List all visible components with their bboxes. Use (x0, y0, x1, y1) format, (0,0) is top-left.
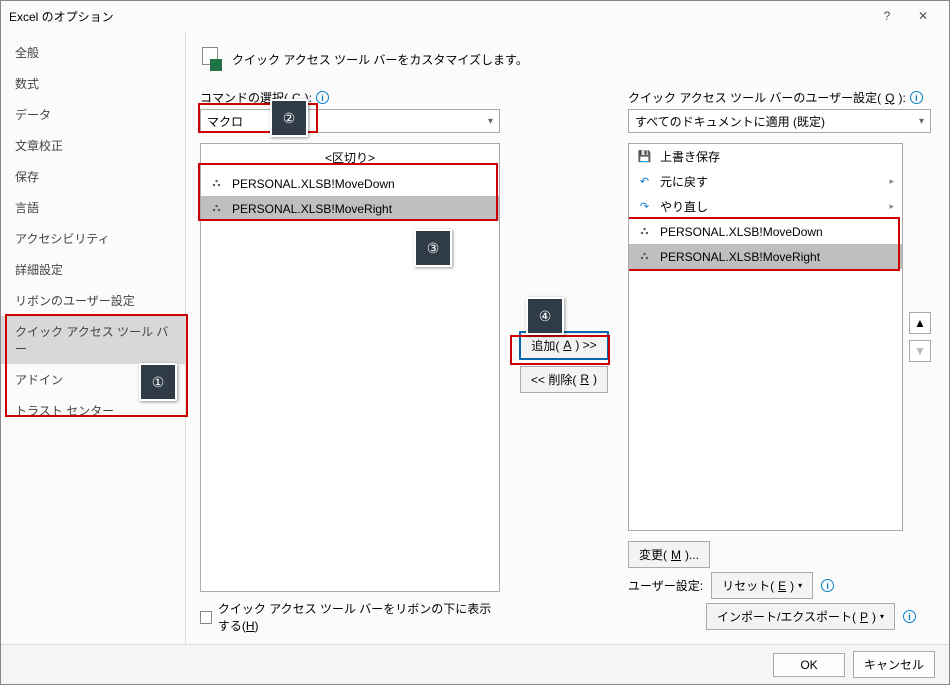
macro-icon: ⛬ (637, 249, 652, 264)
sidebar-item-formulas[interactable]: 数式 (1, 68, 185, 99)
list-item[interactable]: ↷ やり直し ▸ (629, 194, 902, 219)
sidebar-item-data[interactable]: データ (1, 99, 185, 130)
right-label: クイック アクセス ツール バーのユーザー設定(Q): i (628, 89, 931, 106)
sidebar-item-save[interactable]: 保存 (1, 161, 185, 192)
macro-icon: ⛬ (209, 201, 224, 216)
help-button[interactable]: ? (869, 1, 905, 31)
list-item[interactable]: ⛬ PERSONAL.XLSB!MoveRight (201, 196, 499, 221)
info-icon[interactable]: i (316, 91, 329, 104)
list-item[interactable]: ⛬ PERSONAL.XLSB!MoveDown (629, 219, 902, 244)
move-up-button[interactable]: ▲ (909, 312, 931, 334)
chevron-right-icon: ▸ (889, 176, 894, 187)
banner-text: クイック アクセス ツール バーをカスタマイズします。 (232, 51, 528, 68)
footer: OK キャンセル (1, 644, 949, 684)
sidebar-item-language[interactable]: 言語 (1, 192, 185, 223)
chevron-right-icon: ▸ (889, 201, 894, 212)
dropdown-value: マクロ (207, 113, 243, 130)
sidebar: 全般 数式 データ 文章校正 保存 言語 アクセシビリティ 詳細設定 リボンのユ… (1, 31, 186, 644)
macro-icon: ⛬ (209, 176, 224, 191)
ok-button[interactable]: OK (773, 653, 845, 677)
import-export-button[interactable]: インポート/エクスポート(P) ▾ (706, 603, 895, 630)
banner: クイック アクセス ツール バーをカスタマイズします。 (200, 47, 931, 71)
callout-2: ② (270, 99, 308, 137)
show-below-ribbon-row[interactable]: クイック アクセス ツール バーをリボンの下に表示する(H) (200, 600, 500, 634)
user-settings-label: ユーザー設定: (628, 577, 703, 594)
left-column: コマンドの選択(C): i マクロ <区切り> ⛬ PERSONAL.XLSB!… (200, 89, 500, 634)
undo-icon: ↶ (637, 174, 652, 189)
titlebar: Excel のオプション ? ✕ (1, 1, 949, 31)
list-item[interactable]: ↶ 元に戻す ▸ (629, 169, 902, 194)
move-down-button[interactable]: ▼ (909, 340, 931, 362)
commands-dropdown[interactable]: マクロ (200, 109, 500, 133)
list-item[interactable]: 💾 上書き保存 (629, 144, 902, 169)
reset-button[interactable]: リセット(E) ▾ (711, 572, 813, 599)
info-icon[interactable]: i (903, 610, 916, 623)
dropdown-value: すべてのドキュメントに適用 (既定) (635, 113, 825, 130)
right-column: クイック アクセス ツール バーのユーザー設定(Q): i すべてのドキュメント… (628, 89, 931, 634)
callout-3: ③ (414, 229, 452, 267)
sidebar-item-general[interactable]: 全般 (1, 37, 185, 68)
redo-icon: ↷ (637, 199, 652, 214)
left-label: コマンドの選択(C): i (200, 89, 500, 106)
chevron-down-icon: ▾ (880, 612, 884, 621)
window-title: Excel のオプション (9, 8, 869, 25)
sidebar-item-advanced[interactable]: 詳細設定 (1, 254, 185, 285)
list-item[interactable]: ⛬ PERSONAL.XLSB!MoveDown (201, 171, 499, 196)
remove-button[interactable]: << 削除(R) (520, 366, 608, 393)
move-buttons: ▲ ▼ (909, 143, 931, 531)
macro-icon: ⛬ (637, 224, 652, 239)
callout-4: ④ (526, 297, 564, 335)
callout-1: ① (139, 363, 177, 401)
save-icon: 💾 (637, 149, 652, 164)
qat-list[interactable]: 💾 上書き保存 ↶ 元に戻す ▸ ↷ やり直し ▸ (628, 143, 903, 531)
sidebar-item-proofing[interactable]: 文章校正 (1, 130, 185, 161)
banner-icon (200, 47, 222, 71)
info-icon[interactable]: i (821, 579, 834, 592)
right-bottom: 変更(M)... ユーザー設定: リセット(E) ▾ i (628, 537, 931, 634)
chevron-down-icon: ▾ (798, 581, 802, 590)
dialog-body: 全般 数式 データ 文章校正 保存 言語 アクセシビリティ 詳細設定 リボンのユ… (1, 31, 949, 644)
close-button[interactable]: ✕ (905, 1, 941, 31)
list-item[interactable]: ⛬ PERSONAL.XLSB!MoveRight (629, 244, 902, 269)
mid-column: 追加(A) >> << 削除(R) (514, 89, 614, 634)
sidebar-item-quick-access-toolbar[interactable]: クイック アクセス ツール バー (1, 316, 185, 364)
columns: コマンドの選択(C): i マクロ <区切り> ⛬ PERSONAL.XLSB!… (200, 89, 931, 634)
dialog-window: Excel のオプション ? ✕ 全般 数式 データ 文章校正 保存 言語 アク… (0, 0, 950, 685)
sidebar-item-customize-ribbon[interactable]: リボンのユーザー設定 (1, 285, 185, 316)
available-commands-list[interactable]: <区切り> ⛬ PERSONAL.XLSB!MoveDown ⛬ PERSONA… (200, 143, 500, 592)
separator-row[interactable]: <区切り> (201, 144, 499, 171)
cancel-button[interactable]: キャンセル (853, 651, 935, 678)
scope-dropdown[interactable]: すべてのドキュメントに適用 (既定) (628, 109, 931, 133)
modify-button[interactable]: 変更(M)... (628, 541, 710, 568)
main-panel: クイック アクセス ツール バーをカスタマイズします。 コマンドの選択(C): … (186, 31, 949, 644)
show-below-ribbon-checkbox[interactable] (200, 611, 212, 624)
sidebar-item-accessibility[interactable]: アクセシビリティ (1, 223, 185, 254)
info-icon[interactable]: i (910, 91, 923, 104)
